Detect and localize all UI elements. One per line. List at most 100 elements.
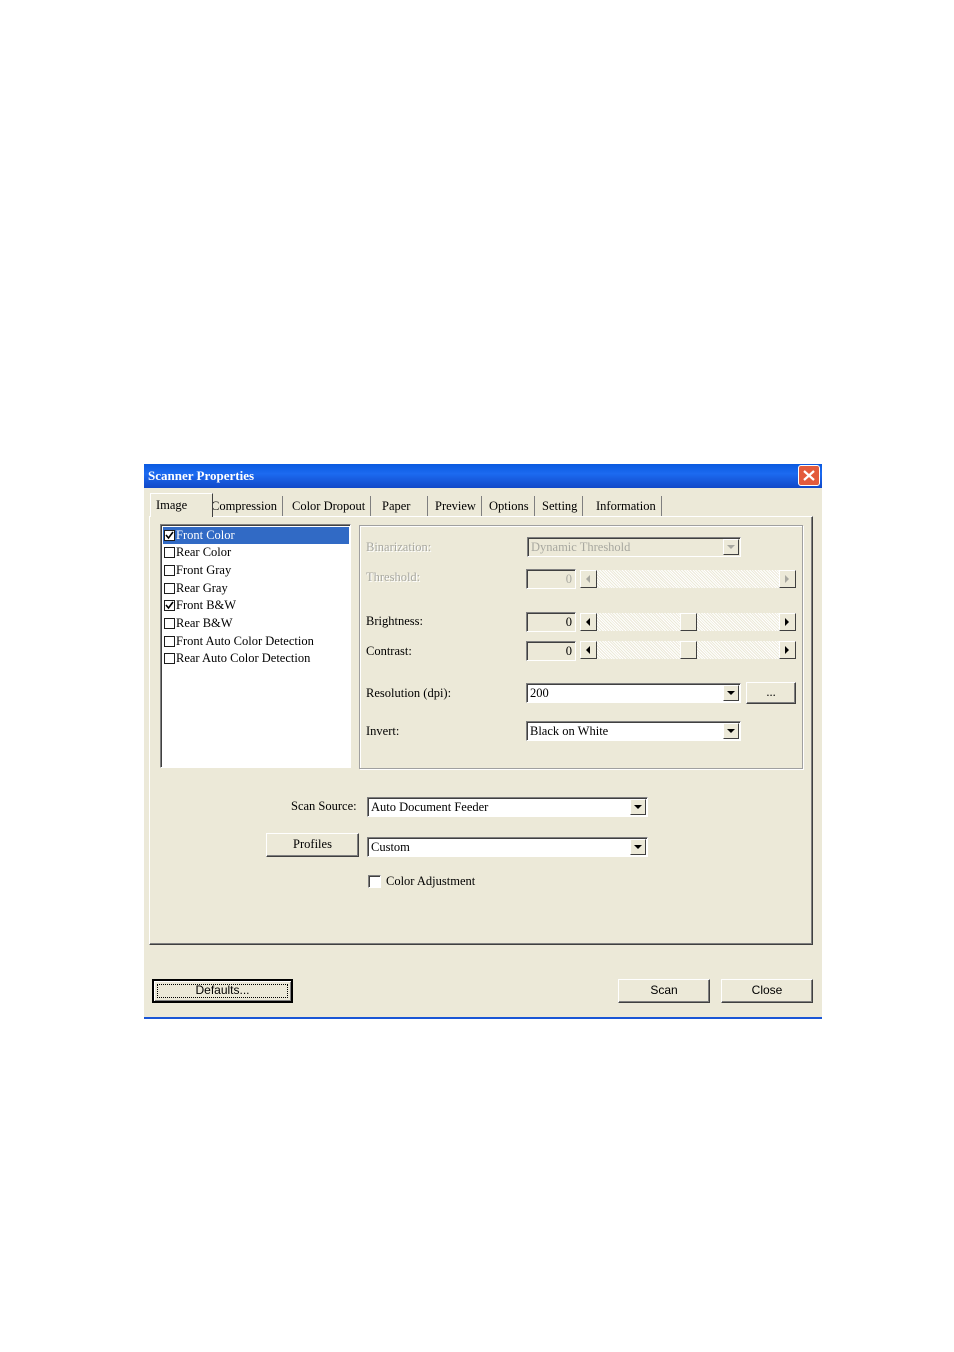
threshold-label: Threshold: xyxy=(366,570,421,584)
list-item-rear-bw[interactable]: Rear B&W xyxy=(163,615,349,632)
list-item-label: Rear Gray xyxy=(176,581,228,595)
tab-label: Paper xyxy=(382,499,411,513)
contrast-value-box[interactable]: 0 xyxy=(526,641,576,661)
resolution-label: Resolution (dpi): xyxy=(366,686,452,700)
checkbox[interactable] xyxy=(164,618,175,629)
arrow-left-icon xyxy=(586,646,590,654)
binarization-label: Binarization: xyxy=(366,540,432,554)
tab-paper[interactable]: Paper xyxy=(377,496,428,516)
image-type-list[interactable]: Front Color Rear Color Front Gray Rear G… xyxy=(160,524,351,768)
scan-source-label: Scan Source: xyxy=(291,799,357,813)
tab-options[interactable]: Options xyxy=(484,496,535,516)
arrow-left-icon xyxy=(586,575,590,583)
tab-label: Information xyxy=(596,499,656,513)
scan-source-value: Auto Document Feeder xyxy=(371,800,489,814)
brightness-label: Brightness: xyxy=(366,614,423,628)
close-button[interactable]: Close xyxy=(721,979,813,1003)
color-adjustment-label: Color Adjustment xyxy=(386,874,476,888)
button-label: Close xyxy=(751,983,783,997)
tab-image[interactable]: Image xyxy=(150,493,213,517)
list-item-label: Rear Auto Color Detection xyxy=(176,651,311,665)
threshold-slider xyxy=(580,570,796,588)
slider-thumb[interactable] xyxy=(679,613,697,631)
arrow-right-icon xyxy=(785,618,789,626)
scan-button[interactable]: Scan xyxy=(618,979,710,1003)
slider-thumb[interactable] xyxy=(679,641,697,659)
invert-value: Black on White xyxy=(530,724,609,738)
scroll-left-button[interactable] xyxy=(580,641,597,659)
tab-label: Color Dropout xyxy=(292,499,366,513)
button-label: Scan xyxy=(650,983,678,997)
scan-source-select[interactable]: Auto Document Feeder xyxy=(367,797,648,817)
focus-rect xyxy=(157,984,288,998)
checkbox[interactable] xyxy=(164,636,175,647)
list-item-front-color[interactable]: Front Color xyxy=(163,527,349,544)
list-item-front-bw[interactable]: Front B&W xyxy=(163,597,349,614)
check-icon xyxy=(165,601,174,610)
list-item-front-gray[interactable]: Front Gray xyxy=(163,562,349,579)
checkbox[interactable] xyxy=(164,530,175,541)
profiles-button[interactable]: Profiles xyxy=(266,833,359,857)
title-bar[interactable]: Scanner Properties xyxy=(144,464,822,488)
chevron-down-icon[interactable] xyxy=(630,839,646,855)
checkbox[interactable] xyxy=(164,600,175,611)
list-item-rear-color[interactable]: Rear Color xyxy=(163,544,349,561)
brightness-slider[interactable] xyxy=(580,613,796,631)
arrow-right-icon xyxy=(785,575,789,583)
profiles-select[interactable]: Custom xyxy=(367,837,648,857)
tab-label: Setting xyxy=(542,499,578,513)
list-item-label: Rear Color xyxy=(176,545,232,559)
window-title: Scanner Properties xyxy=(148,468,255,483)
invert-label: Invert: xyxy=(366,724,400,738)
list-item-rear-auto-color[interactable]: Rear Auto Color Detection xyxy=(163,650,349,667)
binarization-select: Dynamic Threshold xyxy=(527,537,741,557)
tab-compression[interactable]: Compression xyxy=(206,496,283,516)
close-window-button[interactable] xyxy=(798,465,820,486)
binarization-value: Dynamic Threshold xyxy=(531,540,631,554)
list-item-label: Front Color xyxy=(176,528,235,542)
checkbox[interactable] xyxy=(164,583,175,594)
chevron-down-icon xyxy=(723,539,739,555)
profiles-value: Custom xyxy=(371,840,410,854)
close-icon xyxy=(803,470,815,481)
scroll-right-button[interactable] xyxy=(779,641,796,659)
list-item-label: Rear B&W xyxy=(176,616,233,630)
tab-label: Options xyxy=(489,499,529,513)
brightness-value: 0 xyxy=(565,615,572,629)
scroll-right-button[interactable] xyxy=(779,613,796,631)
resolution-more-button[interactable]: ... xyxy=(746,682,796,704)
scanner-properties-dialog: Scanner Properties Image Compression Col… xyxy=(144,464,822,1019)
list-item-front-auto-color[interactable]: Front Auto Color Detection xyxy=(163,633,349,650)
brightness-value-box[interactable]: 0 xyxy=(526,612,576,632)
checkbox[interactable] xyxy=(164,653,175,664)
tab-label: Image xyxy=(156,498,188,512)
resolution-select[interactable]: 200 xyxy=(526,683,741,703)
button-label: ... xyxy=(766,685,776,699)
threshold-value-box: 0 xyxy=(526,569,576,589)
checkbox[interactable] xyxy=(164,547,175,558)
scroll-left-button[interactable] xyxy=(580,613,597,631)
contrast-slider[interactable] xyxy=(580,641,796,659)
tab-preview[interactable]: Preview xyxy=(430,496,482,516)
contrast-label: Contrast: xyxy=(366,644,412,658)
invert-select[interactable]: Black on White xyxy=(526,721,741,741)
scroll-left-button xyxy=(580,570,597,588)
list-item-rear-gray[interactable]: Rear Gray xyxy=(163,580,349,597)
button-label: Profiles xyxy=(293,837,332,851)
list-item-label: Front B&W xyxy=(176,598,237,612)
tab-information[interactable]: Information xyxy=(591,496,662,516)
chevron-down-icon[interactable] xyxy=(630,799,646,815)
contrast-value: 0 xyxy=(565,644,572,658)
list-item-label: Front Auto Color Detection xyxy=(176,634,314,648)
arrow-right-icon xyxy=(785,646,789,654)
tab-color-dropout[interactable]: Color Dropout xyxy=(287,496,372,516)
resolution-value: 200 xyxy=(530,686,549,700)
defaults-button[interactable]: Defaults... xyxy=(152,979,293,1003)
chevron-down-icon[interactable] xyxy=(723,685,739,701)
threshold-value: 0 xyxy=(565,572,572,586)
tab-label: Preview xyxy=(435,499,476,513)
checkbox[interactable] xyxy=(164,565,175,576)
tab-setting[interactable]: Setting xyxy=(537,496,584,516)
color-adjustment-checkbox[interactable] xyxy=(368,875,381,888)
chevron-down-icon[interactable] xyxy=(723,723,739,739)
